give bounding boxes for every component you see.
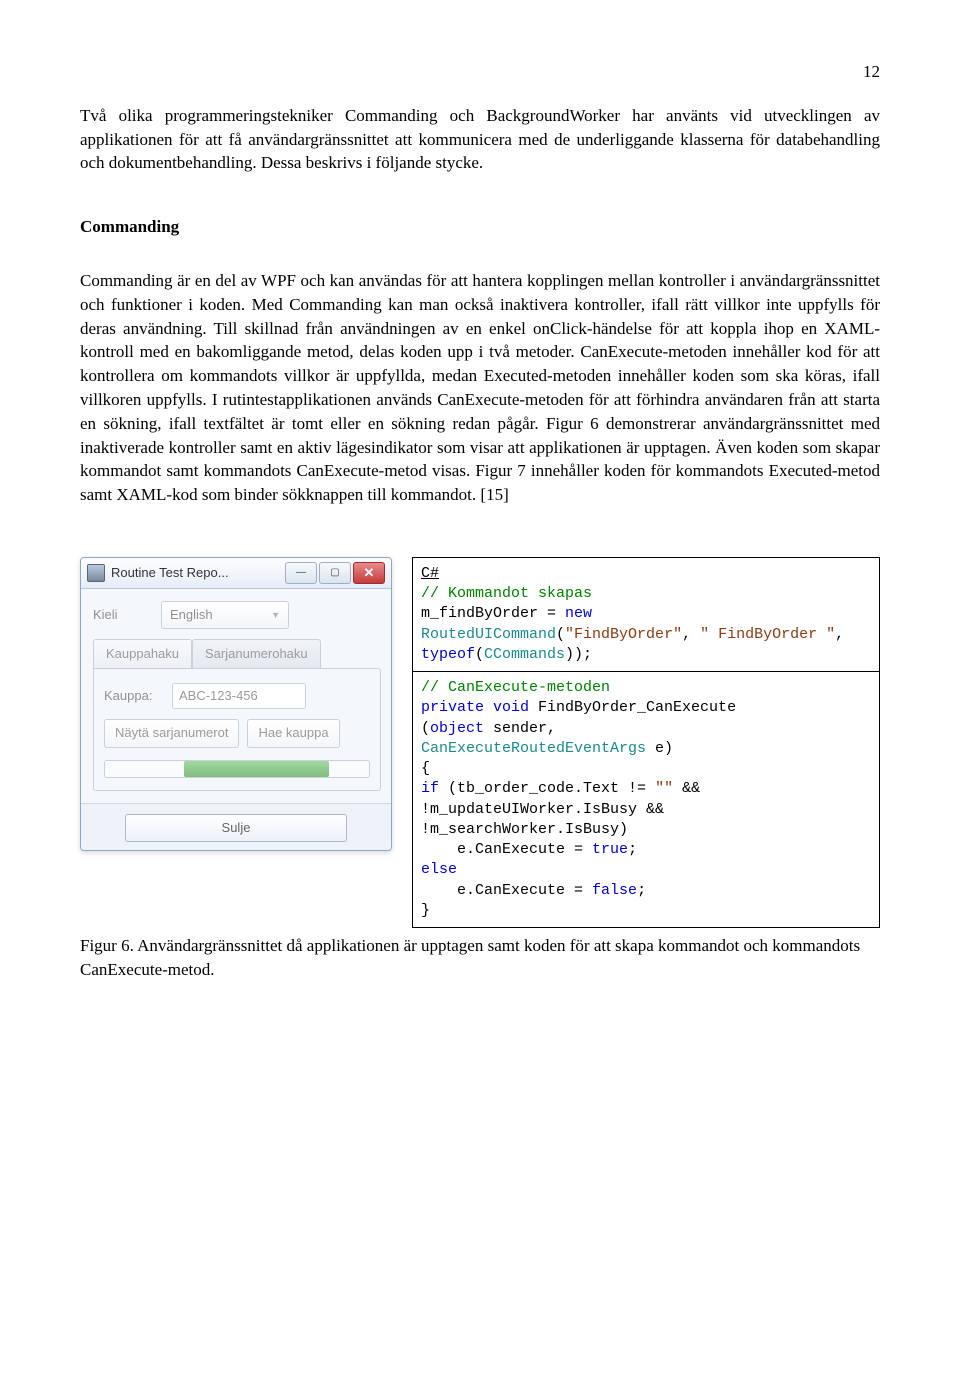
code-text: sender, — [484, 720, 556, 737]
language-label: Kieli — [93, 606, 153, 624]
code-keyword-object: object — [430, 720, 484, 737]
code-type: RoutedUICommand — [421, 626, 556, 643]
code-keyword-true: true — [592, 841, 628, 858]
code-text: e.CanExecute = — [421, 882, 592, 899]
minimize-button[interactable]: — — [285, 562, 317, 584]
code-text: e.CanExecute = — [421, 841, 592, 858]
code-text: FindByOrder_CanExecute — [529, 699, 736, 716]
tab-kauppahaku[interactable]: Kauppahaku — [93, 639, 192, 668]
code-keyword-if: if — [421, 780, 439, 797]
code-text: (tb_order_code.Text != — [439, 780, 655, 797]
code-keyword-false: false — [592, 882, 637, 899]
code-box-create: C# // Kommandot skapas m_findByOrder = n… — [412, 557, 880, 672]
code-type: CCommands — [484, 646, 565, 663]
code-lang: C# — [421, 565, 439, 582]
show-serials-button[interactable]: Näytä sarjanumerot — [104, 719, 239, 747]
chevron-down-icon: ▼ — [271, 609, 280, 622]
code-box-canexecute: // CanExecute-metoden private void FindB… — [412, 672, 880, 928]
code-string: " FindByOrder " — [700, 626, 835, 643]
code-text: ( — [475, 646, 484, 663]
window-body: Kieli English ▼ Kauppahaku Sarjanumeroha… — [81, 589, 391, 803]
code-type: CanExecuteRoutedEventArgs — [421, 740, 646, 757]
order-label: Kauppa: — [104, 687, 164, 705]
code-string: "FindByOrder" — [565, 626, 682, 643]
code-text: ; — [637, 882, 646, 899]
code-text: ( — [556, 626, 565, 643]
tab-panel: Kauppa: ABC-123-456 Näytä sarjanumerot H… — [93, 668, 381, 790]
window-title: Routine Test Repo... — [111, 564, 279, 582]
close-row: Sulje — [81, 803, 391, 850]
code-text: { — [421, 760, 430, 777]
app-window: Routine Test Repo... — ▢ ✕ Kieli English… — [80, 557, 392, 851]
code-keyword-typeof: typeof — [421, 646, 475, 663]
close-window-button[interactable]: ✕ — [353, 562, 385, 584]
code-text: , — [682, 626, 700, 643]
code-keyword-else: else — [421, 861, 457, 878]
progress-indicator — [184, 761, 329, 777]
body-paragraph: Commanding är en del av WPF och kan anvä… — [80, 269, 880, 507]
code-keywords: private void — [421, 699, 529, 716]
page-number: 12 — [80, 60, 880, 84]
figure-row: Routine Test Repo... — ▢ ✕ Kieli English… — [80, 557, 880, 928]
intro-paragraph: Två olika programmeringstekniker Command… — [80, 104, 880, 175]
progress-bar — [104, 760, 370, 778]
window-buttons: — ▢ ✕ — [285, 562, 385, 584]
code-column: C# // Kommandot skapas m_findByOrder = n… — [412, 557, 880, 928]
code-text: ; — [628, 841, 637, 858]
code-text: } — [421, 902, 430, 919]
language-value: English — [170, 606, 213, 624]
tabs: Kauppahaku Sarjanumerohaku — [93, 639, 381, 668]
order-input[interactable]: ABC-123-456 — [172, 683, 306, 709]
code-text: ( — [421, 720, 430, 737]
close-app-button[interactable]: Sulje — [125, 814, 347, 842]
section-heading: Commanding — [80, 215, 880, 239]
titlebar: Routine Test Repo... — ▢ ✕ — [81, 558, 391, 589]
figure-caption: Figur 6. Användargränssnittet då applika… — [80, 934, 880, 982]
code-text: )); — [565, 646, 592, 663]
maximize-button[interactable]: ▢ — [319, 562, 351, 584]
code-text: m_findByOrder = — [421, 605, 565, 622]
language-select[interactable]: English ▼ — [161, 601, 289, 629]
code-string: "" — [655, 780, 673, 797]
code-comment: // CanExecute-metoden — [421, 679, 610, 696]
code-text: e) — [646, 740, 673, 757]
search-order-button[interactable]: Hae kauppa — [247, 719, 339, 747]
code-keyword-new: new — [565, 605, 592, 622]
app-icon — [87, 564, 105, 582]
tab-sarjanumerohaku[interactable]: Sarjanumerohaku — [192, 639, 321, 668]
code-text: , — [835, 626, 853, 643]
code-comment: // Kommandot skapas — [421, 585, 592, 602]
